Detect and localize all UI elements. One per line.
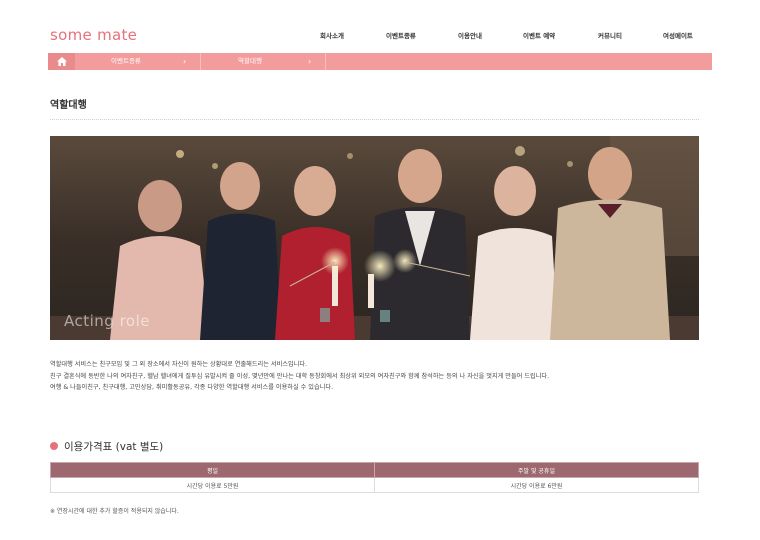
- pricing-note: ※ 연장시간에 대한 추가 할증이 적용되지 않습니다.: [50, 508, 179, 515]
- site-header: some mate 회사소개 이벤트종류 이용안내 이벤트 예약 커뮤니티 여성…: [0, 0, 760, 52]
- column-header-weekend: 주말 및 공휴일: [374, 462, 699, 478]
- description-line: 친구 결혼식에 동반한 나의 여자친구, 헬남 헬녀에게 질투심 유발시켜 줄 …: [50, 372, 550, 380]
- table-header-row: 평일 주말 및 공휴일: [50, 462, 699, 478]
- column-header-weekday: 평일: [50, 462, 375, 478]
- nav-item-usage-guide[interactable]: 이용안내: [458, 30, 482, 40]
- nav-item-company[interactable]: 회사소개: [320, 30, 344, 40]
- hero-caption: Acting role: [64, 312, 151, 330]
- nav-item-female-mate[interactable]: 여성메이트: [663, 30, 693, 40]
- home-icon: [57, 57, 67, 66]
- hero-image: Acting role: [50, 136, 699, 340]
- breadcrumb-item-acting-role[interactable]: 역할대행: [238, 53, 262, 70]
- table-cell: 시간당 이용료 5만원: [50, 477, 375, 493]
- breadcrumb-item-event-types[interactable]: 이벤트종류: [111, 53, 141, 70]
- chevron-right-icon: ›: [183, 57, 187, 66]
- breadcrumb: 이벤트종류 › 역할대행 ›: [48, 53, 712, 70]
- page-title: 역할대행: [50, 100, 87, 111]
- table-row: 시간당 이용료 5만원 시간당 이용료 6만원: [50, 477, 699, 493]
- pricing-table: 평일 주말 및 공휴일 시간당 이용료 5만원 시간당 이용료 6만원: [50, 462, 699, 493]
- title-divider: [50, 119, 699, 120]
- nav-item-event-types[interactable]: 이벤트종류: [386, 30, 416, 40]
- nav-item-event-reservation[interactable]: 이벤트 예약: [523, 30, 555, 40]
- nav-item-community[interactable]: 커뮤니티: [598, 30, 622, 40]
- description-line: 여행 & 나들이친구, 친구대행, 고민상담, 취미활동공유, 각종 다양한 역…: [50, 384, 334, 391]
- bullet-icon: [50, 442, 58, 450]
- breadcrumb-home[interactable]: [48, 53, 75, 70]
- description-line: 역할대행 서비스는 친구모임 및 그 외 장소에서 자신이 원하는 상황대로 연…: [50, 361, 307, 368]
- service-description: 역할대행 서비스는 친구모임 및 그 외 장소에서 자신이 원하는 상황대로 연…: [50, 359, 705, 394]
- breadcrumb-divider: [325, 53, 326, 70]
- hero-photo: [50, 136, 699, 340]
- table-cell: 시간당 이용료 6만원: [374, 477, 699, 493]
- main-nav: 회사소개 이벤트종류 이용안내 이벤트 예약 커뮤니티 여성메이트: [0, 30, 760, 42]
- breadcrumb-divider: [200, 53, 201, 70]
- chevron-right-icon: ›: [308, 57, 312, 66]
- pricing-title: 이용가격표 (vat 별도): [64, 441, 164, 453]
